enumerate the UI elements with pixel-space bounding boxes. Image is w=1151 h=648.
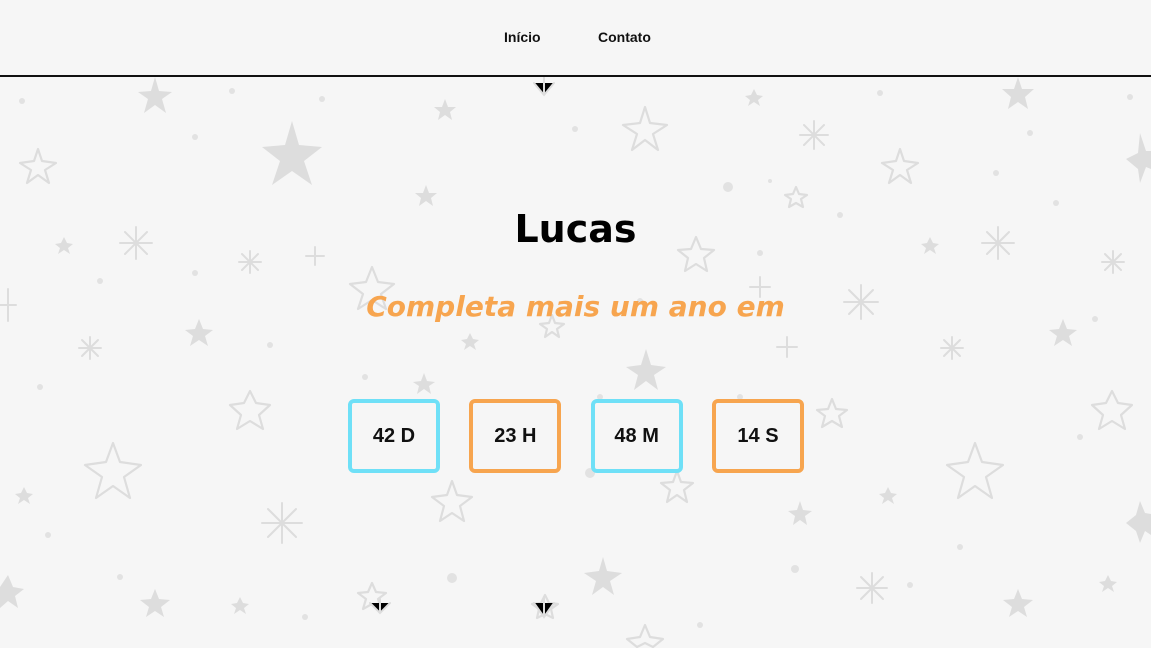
countdown-timer: 42 D 23 H 48 M 14 S xyxy=(348,399,804,473)
countdown-subtitle: Completa mais um ano em xyxy=(366,290,785,323)
nav-link-inicio[interactable]: Início xyxy=(504,29,541,45)
page: Início Contato Lucas Completa mais um an… xyxy=(0,0,1151,648)
nav-link-contato[interactable]: Contato xyxy=(598,29,651,45)
countdown-days-box: 42 D xyxy=(348,399,440,473)
countdown-seconds-box: 14 S xyxy=(711,399,804,473)
top-navbar: Início Contato xyxy=(0,0,1151,77)
person-name-heading: Lucas xyxy=(514,207,637,251)
countdown-hours-box: 23 H xyxy=(469,399,562,473)
star-pattern-background xyxy=(0,77,1151,648)
countdown-minutes-box: 48 M xyxy=(590,399,683,473)
